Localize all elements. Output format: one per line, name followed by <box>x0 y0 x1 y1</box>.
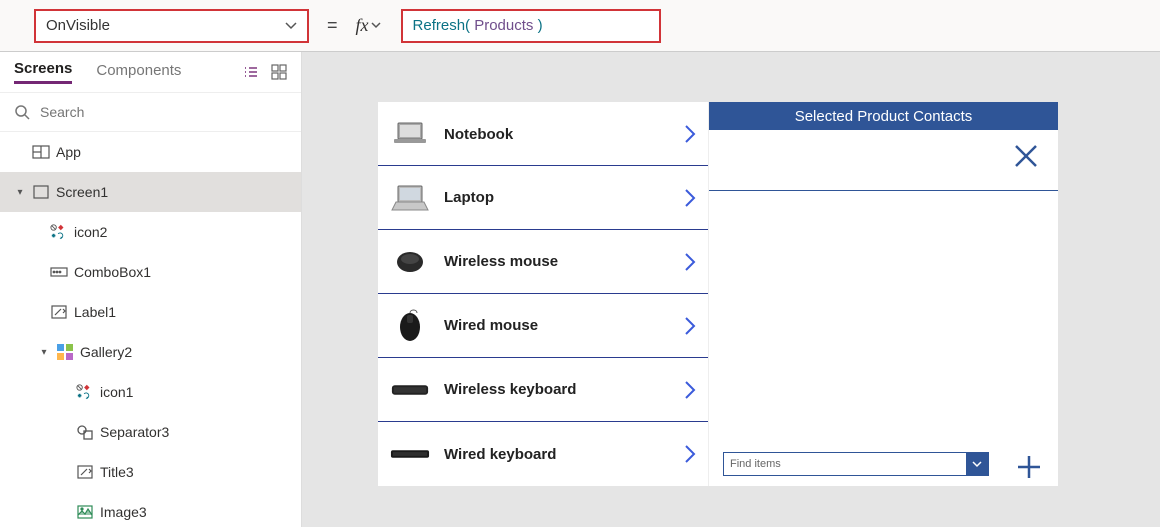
gallery-icon <box>56 343 74 361</box>
icon-group-icon <box>76 383 94 401</box>
fx-label[interactable]: fx <box>356 9 391 43</box>
chevron-right-icon[interactable] <box>684 252 696 272</box>
search-icon <box>14 104 30 120</box>
gallery-item[interactable]: Wired mouse <box>378 294 708 358</box>
product-title: Notebook <box>444 126 670 143</box>
chevron-down-icon <box>371 22 381 29</box>
product-title: Wired keyboard <box>444 446 670 463</box>
image-icon <box>76 503 94 521</box>
gallery-item[interactable]: Wired keyboard <box>378 422 708 486</box>
chevron-down-icon <box>285 22 297 30</box>
product-title: Wired mouse <box>444 317 670 334</box>
product-title: Laptop <box>444 189 670 206</box>
product-image <box>390 311 430 341</box>
separator-icon <box>76 423 94 441</box>
product-image <box>390 119 430 149</box>
formula-arg: Products <box>474 17 533 34</box>
combobox-icon <box>50 263 68 281</box>
gallery-item[interactable]: Wireless mouse <box>378 230 708 294</box>
tree-item-title3[interactable]: Title3 <box>0 452 301 492</box>
formula-function: Refresh <box>413 17 466 34</box>
tree-item-icon1[interactable]: icon1 <box>0 372 301 412</box>
tab-components[interactable]: Components <box>96 62 181 83</box>
screen-icon <box>32 183 50 201</box>
tree-item-label1[interactable]: Label1 <box>0 292 301 332</box>
tree-label: Screen1 <box>56 184 108 200</box>
tree-item-image3[interactable]: Image3 <box>0 492 301 527</box>
app-preview: Notebook Laptop Wireless mouse Wired mou… <box>378 102 1058 486</box>
tree-item-app[interactable]: App <box>0 132 301 172</box>
tree-label: icon2 <box>74 224 107 240</box>
tree-item-separator3[interactable]: Separator3 <box>0 412 301 452</box>
combo-placeholder: Find items <box>724 458 966 470</box>
gallery-item[interactable]: Laptop <box>378 166 708 230</box>
collapse-icon[interactable]: ▾ <box>38 347 50 358</box>
product-image <box>390 375 430 405</box>
app-icon <box>32 143 50 161</box>
tree-item-gallery2[interactable]: ▾ Gallery2 <box>0 332 301 372</box>
tree-label: Gallery2 <box>80 344 132 360</box>
search-input[interactable] <box>40 104 287 120</box>
tree-label: Title3 <box>100 464 134 480</box>
gallery-item[interactable]: Wireless keyboard <box>378 358 708 422</box>
icon-group-icon <box>50 223 68 241</box>
product-title: Wireless keyboard <box>444 381 670 398</box>
separator-line <box>709 190 1058 191</box>
tree-label: Label1 <box>74 304 116 320</box>
detail-panel: Selected Product Contacts Find items <box>708 102 1058 486</box>
tree-label: App <box>56 144 81 160</box>
tree-tabs: Screens Components <box>0 52 301 92</box>
formula-input[interactable]: Refresh( Products ) <box>401 9 661 43</box>
formula-bar: OnVisible = fx Refresh( Products ) <box>0 0 1160 52</box>
tree-item-icon2[interactable]: icon2 <box>0 212 301 252</box>
list-toggle-icon[interactable] <box>243 64 259 80</box>
tab-screens[interactable]: Screens <box>14 60 72 84</box>
chevron-right-icon[interactable] <box>684 444 696 464</box>
label-icon <box>76 463 94 481</box>
tree-view: App ▾ Screen1 icon2 ComboBox1 Label1 <box>0 132 301 527</box>
equals-sign: = <box>319 15 346 36</box>
chevron-down-icon[interactable] <box>966 453 988 475</box>
property-selector[interactable]: OnVisible <box>34 9 309 43</box>
chevron-right-icon[interactable] <box>684 380 696 400</box>
add-icon[interactable] <box>1014 452 1044 482</box>
gallery-item[interactable]: Notebook <box>378 102 708 166</box>
tree-label: ComboBox1 <box>74 264 151 280</box>
product-gallery[interactable]: Notebook Laptop Wireless mouse Wired mou… <box>378 102 708 486</box>
close-icon[interactable] <box>1012 142 1040 170</box>
grid-toggle-icon[interactable] <box>271 64 287 80</box>
tree-label: Image3 <box>100 504 147 520</box>
tree-search[interactable] <box>0 92 301 132</box>
tree-label: Separator3 <box>100 424 169 440</box>
product-image <box>390 247 430 277</box>
fx-icon: fx <box>356 15 369 36</box>
chevron-right-icon[interactable] <box>684 188 696 208</box>
find-items-combobox[interactable]: Find items <box>723 452 989 476</box>
chevron-right-icon[interactable] <box>684 124 696 144</box>
tree-item-screen1[interactable]: ▾ Screen1 <box>0 172 301 212</box>
tree-item-combobox1[interactable]: ComboBox1 <box>0 252 301 292</box>
label-icon <box>50 303 68 321</box>
property-name: OnVisible <box>46 17 110 34</box>
detail-header: Selected Product Contacts <box>709 102 1058 130</box>
product-image <box>390 183 430 213</box>
tree-label: icon1 <box>100 384 133 400</box>
tree-panel: Screens Components App <box>0 52 302 527</box>
design-canvas[interactable]: Notebook Laptop Wireless mouse Wired mou… <box>302 52 1160 527</box>
collapse-icon[interactable]: ▾ <box>14 187 26 198</box>
product-image <box>390 439 430 469</box>
product-title: Wireless mouse <box>444 253 670 270</box>
chevron-right-icon[interactable] <box>684 316 696 336</box>
